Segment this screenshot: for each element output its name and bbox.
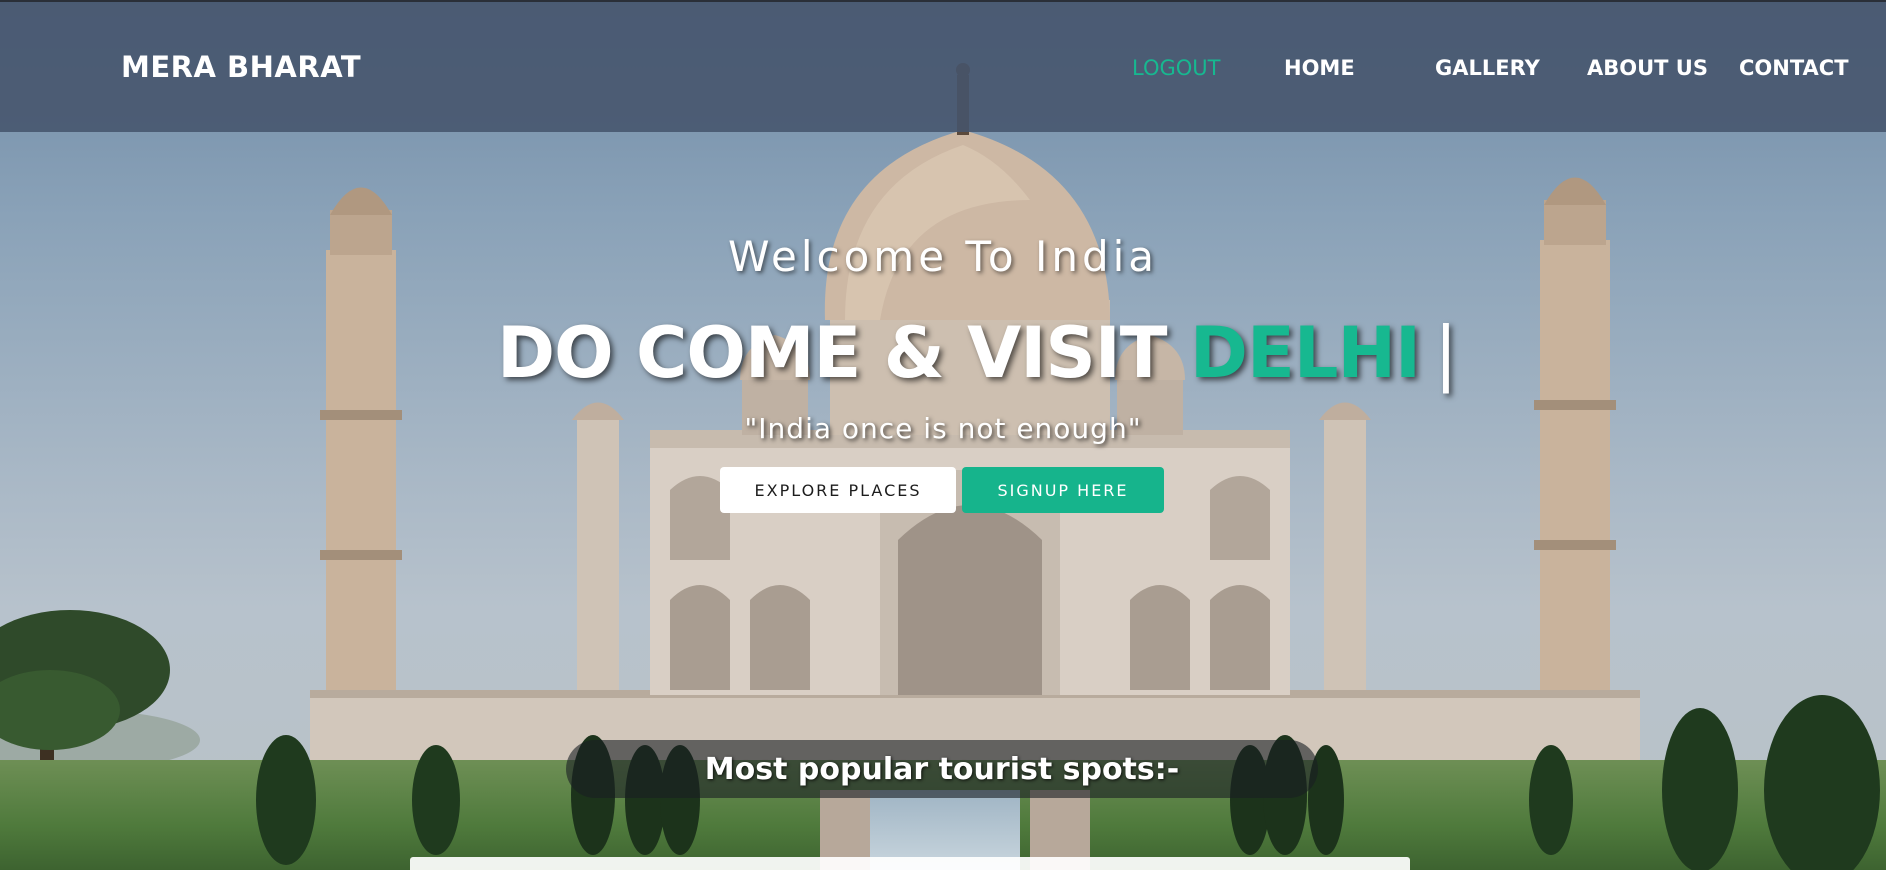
tagline-quote: "India once is not enough" [744, 412, 1142, 445]
signup-here-button[interactable]: SIGNUP HERE [962, 467, 1164, 513]
navbar: MERA BHARAT LOGOUT HOME GALLERY ABOUT US… [0, 0, 1886, 132]
welcome-heading: Welcome To India [727, 232, 1159, 281]
explore-places-button[interactable]: EXPLORE PLACES [720, 467, 956, 513]
typing-caret: | [1434, 312, 1458, 394]
headline-city: DELHI [1189, 312, 1421, 394]
content-card-top-edge [410, 857, 1410, 870]
nav-about-us[interactable]: ABOUT US [1587, 56, 1708, 80]
brand-logo[interactable]: MERA BHARAT [121, 50, 361, 84]
headline: DO COME & VISIT DELHI | [497, 312, 1458, 394]
nav-gallery[interactable]: GALLERY [1435, 56, 1540, 80]
nav-home[interactable]: HOME [1284, 56, 1355, 80]
nav-contact[interactable]: CONTACT [1739, 56, 1849, 80]
popular-spots-banner: Most popular tourist spots:- [566, 740, 1318, 798]
headline-prefix: DO COME & VISIT [497, 312, 1190, 394]
popular-spots-title: Most popular tourist spots:- [704, 751, 1180, 787]
nav-logout[interactable]: LOGOUT [1132, 56, 1220, 80]
